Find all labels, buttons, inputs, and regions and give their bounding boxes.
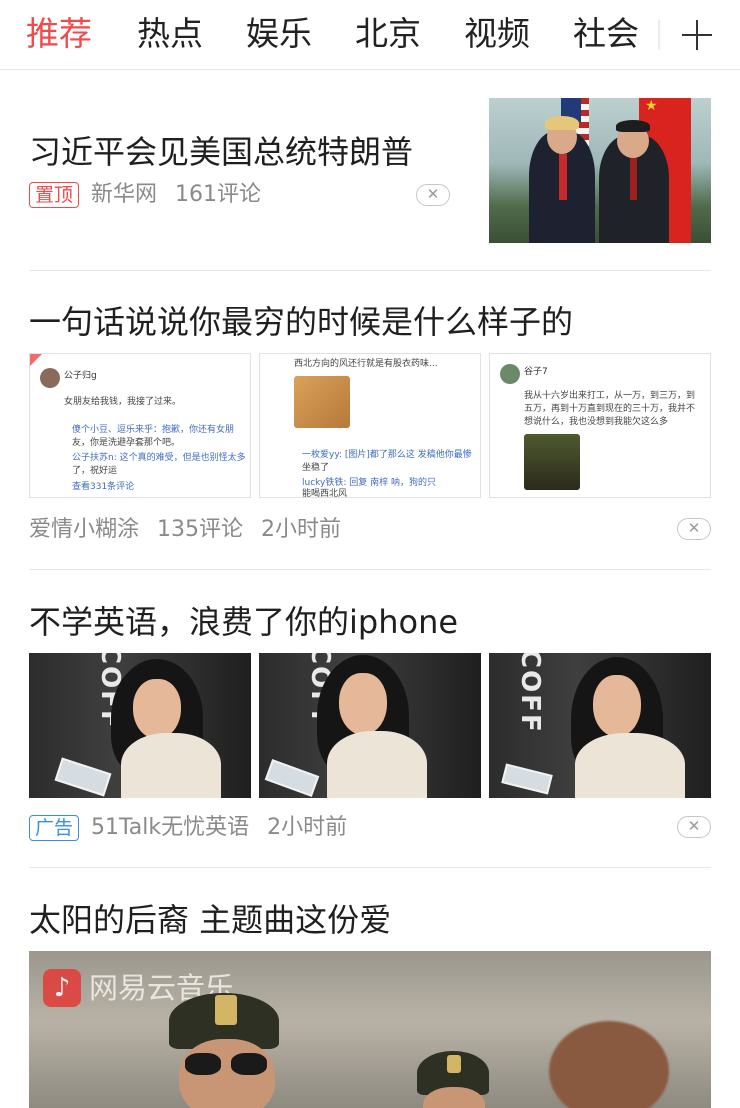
girl-face <box>593 675 641 737</box>
tab-hot[interactable]: 热点 <box>137 12 203 56</box>
comment-screenshot-thumbnail[interactable]: 谷子7 我从十六岁出来打工，从一万，到三万，到 五万，再到十万直到现在的三十万，… <box>489 353 711 498</box>
article-title[interactable]: 太阳的后裔 主题曲这份爱 <box>29 898 391 942</box>
cap-badge <box>215 995 237 1025</box>
comment-text: 公子扶苏n: 这个真的难受，但是也别怪太多 <box>72 453 246 463</box>
comment-text: 友，你是洗避孕套那个吧。 <box>72 438 181 448</box>
pinned-badge: 置顶 <box>29 182 80 208</box>
comment-user: 公子归g <box>64 371 97 381</box>
sunglasses <box>231 1053 267 1075</box>
divider <box>29 270 711 271</box>
avatar <box>40 368 60 388</box>
comment-count: 135评论 <box>157 517 244 542</box>
girl-face <box>133 679 181 739</box>
sunglasses <box>185 1053 221 1075</box>
comment-count: 161评论 <box>175 182 262 207</box>
article-title[interactable]: 一句话说说你最穷的时候是什么样子的 <box>29 300 573 344</box>
tab-recommend[interactable]: 推荐 <box>26 12 92 56</box>
comment-text: 五万，再到十万直到现在的三十万，我并不 <box>524 404 696 414</box>
person-left-hair <box>545 116 579 130</box>
netease-music-logo-icon: ♪ <box>43 969 81 1007</box>
avatar <box>500 364 520 384</box>
tablet <box>54 757 112 797</box>
article-title[interactable]: 习近平会见美国总统特朗普 <box>29 130 413 174</box>
news-thumbnail-image[interactable] <box>489 98 711 243</box>
article-source: 51Talk无忧英语 <box>91 815 250 840</box>
cat-image <box>294 376 350 428</box>
comment-text: 了，祝好运 <box>72 466 118 476</box>
tablet <box>501 763 553 795</box>
publish-time: 2小时前 <box>261 517 342 542</box>
divider <box>29 867 711 868</box>
person-right-hair <box>616 120 650 132</box>
tab-separator <box>658 20 660 50</box>
article-source: 爱情小糊涂 <box>29 517 140 542</box>
comment-text: 傻个小豆、逗乐来乎：抱歉，你还有女朋 <box>72 425 235 435</box>
ad-image[interactable]: COFF <box>259 653 481 798</box>
article-meta: 广告 51Talk无忧英语 2小时前 <box>29 813 365 843</box>
dislike-close-icon[interactable]: ✕ <box>677 816 711 838</box>
video-thumbnail[interactable]: ♪ 网易云音乐 <box>29 951 711 1108</box>
dislike-close-icon[interactable]: ✕ <box>416 184 450 206</box>
person-right-tie <box>630 158 637 200</box>
girl-body <box>327 731 427 798</box>
comment-text: 我从十六岁出来打工，从一万，到三万，到 <box>524 391 696 401</box>
publish-time: 2小时前 <box>267 815 348 840</box>
tablet <box>264 759 320 797</box>
comment-screenshot-thumbnail[interactable]: 西北方向的风还行就是有股衣药味... 一枚爱yy: [图片]都了那么这 发稿他你… <box>259 353 481 498</box>
article-meta: 置顶 新华网 161评论 <box>29 180 279 210</box>
blurred-person <box>549 1021 669 1108</box>
divider <box>29 569 711 570</box>
comment-text: 西北方向的风还行就是有股衣药味... <box>294 359 438 369</box>
article-meta: 爱情小糊涂 135评论 2小时前 <box>29 515 359 545</box>
add-channel-icon[interactable] <box>672 14 722 56</box>
girl-body <box>575 733 685 798</box>
comment-text: 能喝西北风 <box>302 489 348 498</box>
comment-text: 女朋友给我钱，我接了过来。 <box>64 397 182 407</box>
tab-beijing[interactable]: 北京 <box>355 12 421 56</box>
coffee-sign-text: COFF <box>515 653 545 734</box>
person-left-tie <box>559 154 567 200</box>
tab-video[interactable]: 视频 <box>464 12 530 56</box>
comment-screenshot-thumbnail[interactable]: 公子归g 女朋友给我钱，我接了过来。 傻个小豆、逗乐来乎：抱歉，你还有女朋 友，… <box>29 353 251 498</box>
comment-text: 坐稳了 <box>302 463 330 473</box>
cap-badge <box>447 1055 461 1073</box>
tab-entertainment[interactable]: 娱乐 <box>246 12 312 56</box>
comment-text: 一枚爱yy: [图片]都了那么这 发稿他你最惨 <box>302 450 472 460</box>
meme-image <box>524 434 580 490</box>
channel-bar: 推荐 热点 娱乐 北京 视频 社会 <box>0 0 740 70</box>
ad-badge: 广告 <box>29 815 80 841</box>
article-title[interactable]: 不学英语，浪费了你的iphone <box>29 600 458 644</box>
comment-text: 想说什么，我也没想到我能欠这么多 <box>524 417 669 427</box>
article-source: 新华网 <box>91 182 158 207</box>
ad-image[interactable]: COFF <box>29 653 251 798</box>
view-comments-link: 查看331条评论 <box>72 482 135 492</box>
tab-society[interactable]: 社会 <box>573 12 639 56</box>
dislike-close-icon[interactable]: ✕ <box>677 518 711 540</box>
corner-mark <box>30 354 42 366</box>
girl-body <box>121 733 221 798</box>
ad-image[interactable]: COFF <box>489 653 711 798</box>
girl-face <box>339 673 387 735</box>
comment-user: 谷子7 <box>524 367 548 377</box>
